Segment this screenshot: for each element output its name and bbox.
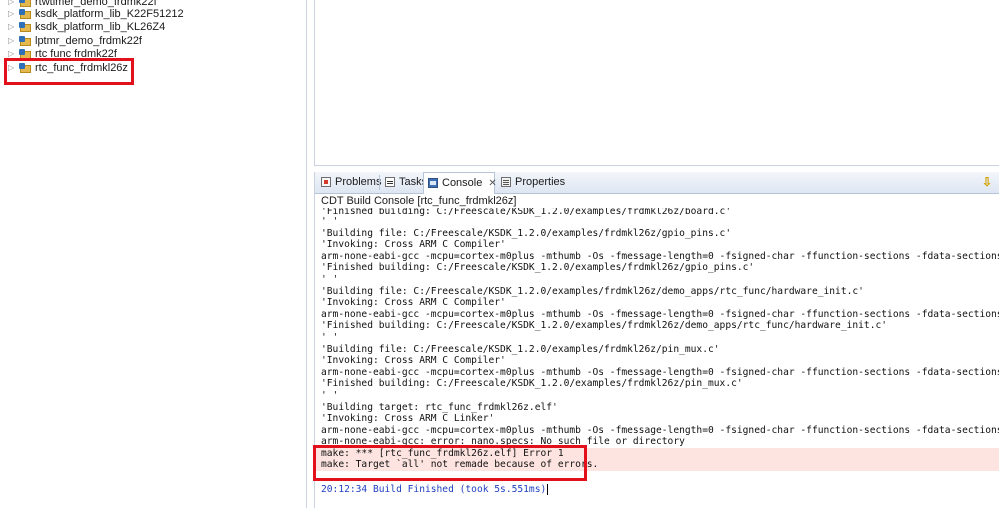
tree-item-label: ksdk_platform_lib_K22F51212 xyxy=(35,8,184,20)
build-finished-line: 20:12:34 Build Finished (took 5s.551ms) xyxy=(321,484,549,496)
c-project-icon xyxy=(19,9,31,19)
console-line: ' ' xyxy=(321,274,339,285)
tree-item-label: ksdk_platform_lib_KL26Z4 xyxy=(35,21,166,33)
console-line: 'Finished building: C:/Freescale/KSDK_1.… xyxy=(321,378,743,389)
properties-icon xyxy=(501,177,511,187)
console-line: 'Building file: C:/Freescale/KSDK_1.2.0/… xyxy=(321,286,864,297)
c-project-icon xyxy=(19,36,31,46)
console-line: 'Finished building: C:/Freescale/KSDK_1.… xyxy=(321,320,888,331)
pin-console-icon[interactable]: ⇩ xyxy=(980,175,994,189)
tree-item-project-1[interactable]: ▷ ksdk_platform_lib_K22F51212 xyxy=(8,7,184,21)
console-title: CDT Build Console [rtc_func_frdmkl26z] xyxy=(321,195,517,207)
console-line: 'Invoking: Cross ARM C Compiler' xyxy=(321,239,506,250)
expand-icon[interactable]: ▷ xyxy=(8,34,18,48)
tree-item-label: lptmr_demo_frdmk22f xyxy=(35,35,142,47)
view-tab-bar: Problems Tasks Console ✕ Properties ⇩ xyxy=(315,172,999,194)
c-project-icon xyxy=(19,22,31,32)
console-line: 'Building file: C:/Freescale/KSDK_1.2.0/… xyxy=(321,228,732,239)
tab-problems[interactable]: Problems xyxy=(317,172,381,193)
console-line: 'Building file: C:/Freescale/KSDK_1.2.0/… xyxy=(321,344,720,355)
tab-label: Properties xyxy=(515,176,566,188)
console-line: arm-none-eabi-gcc -mcpu=cortex-m0plus -m… xyxy=(321,251,999,262)
expand-icon[interactable]: ▷ xyxy=(8,7,18,21)
tasks-icon xyxy=(385,177,395,187)
console-line: 'Invoking: Cross ARM C Linker' xyxy=(321,413,495,424)
tab-console[interactable]: Console ✕ xyxy=(423,172,497,194)
console-line: arm-none-eabi-gcc -mcpu=cortex-m0plus -m… xyxy=(321,425,999,436)
highlight-box-project xyxy=(4,58,134,85)
tab-tasks[interactable]: Tasks xyxy=(381,172,427,193)
tab-divider xyxy=(379,175,380,190)
tab-label: Console xyxy=(442,177,483,189)
expand-icon[interactable]: ▷ xyxy=(8,20,18,34)
console-icon xyxy=(428,178,438,188)
tab-label: Problems xyxy=(335,176,382,188)
console-line: 'Invoking: Cross ARM C Compiler' xyxy=(321,355,506,366)
tab-properties[interactable]: Properties xyxy=(497,172,567,193)
close-icon[interactable]: ✕ xyxy=(488,178,496,189)
tree-item-project-2[interactable]: ▷ ksdk_platform_lib_KL26Z4 xyxy=(8,20,165,34)
console-line: 'Finished building: C:/Freescale/KSDK_1.… xyxy=(321,208,732,217)
console-line: ' ' xyxy=(321,332,339,343)
console-line: arm-none-eabi-gcc -mcpu=cortex-m0plus -m… xyxy=(321,309,999,320)
console-line: arm-none-eabi-gcc -mcpu=cortex-m0plus -m… xyxy=(321,367,999,378)
console-line: 'Invoking: Cross ARM C Compiler' xyxy=(321,297,506,308)
project-explorer: ▷ rtwtimer_demo_frdmk22f ▷ ksdk_platform_l… xyxy=(0,0,307,508)
highlight-box-error xyxy=(313,445,587,481)
console-line: ' ' xyxy=(321,216,339,227)
console-line: ' ' xyxy=(321,390,339,401)
build-finished-text: 20:12:34 Build Finished (took 5s.551ms) xyxy=(321,484,547,495)
tree-item-project-3[interactable]: ▷ lptmr_demo_frdmk22f xyxy=(8,34,142,48)
console-line: 'Finished building: C:/Freescale/KSDK_1.… xyxy=(321,262,755,273)
text-caret xyxy=(547,484,549,495)
editor-area xyxy=(314,0,999,166)
c-project-icon xyxy=(19,0,31,7)
problems-icon xyxy=(321,177,331,187)
console-line: 'Building target: rtc_func_frdmkl26z.elf… xyxy=(321,402,558,413)
